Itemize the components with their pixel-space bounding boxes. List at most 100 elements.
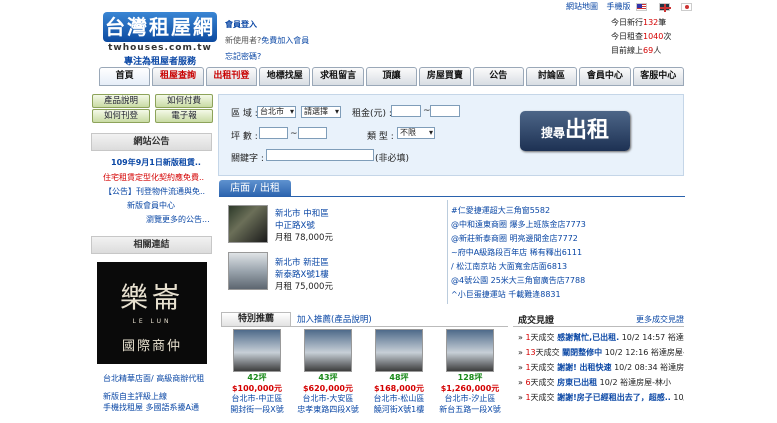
mobile-link[interactable]: 手機版 [607, 2, 631, 11]
recommend-card[interactable]: 42坪 $100,000元 台北市-中正區 開封街一段X號 [225, 329, 289, 415]
city-select[interactable]: 台北市 [257, 106, 296, 118]
deal-item[interactable]: » 1天成交 謝謝!房子已經租出去了，超感.. 10/1 [518, 392, 684, 403]
logo-title: 台灣租屋網 [103, 12, 217, 42]
deals-more-link[interactable]: 更多成交見證 [636, 314, 684, 325]
shop-photo[interactable] [228, 205, 268, 243]
type-select[interactable]: 不限 [397, 127, 435, 139]
size-min-input[interactable] [259, 127, 288, 139]
recommend-size: 48坪 [389, 373, 409, 382]
lelun-banner[interactable]: 樂崙 LE LUN 國際商仲 [97, 262, 207, 364]
shop-link[interactable]: #仁愛捷運超大三角窗5582 [451, 205, 550, 216]
size-max-input[interactable] [298, 127, 327, 139]
notice-item[interactable]: 新版會員中心 [127, 200, 175, 211]
uk-flag-icon[interactable] [658, 2, 671, 12]
deal-days: 13 [525, 348, 536, 357]
nav-service-center[interactable]: 客服中心 [632, 67, 684, 86]
nav-forum[interactable]: 討論區 [525, 67, 578, 86]
banner-main-text: 樂崙 [119, 281, 184, 314]
keyword-input[interactable] [266, 149, 374, 161]
tab-shop-rent[interactable]: 店面 / 出租 [219, 180, 291, 197]
shop-addr: 新泰路X號1樓 [275, 270, 329, 280]
nav-landmark[interactable]: 地標找屋 [259, 67, 311, 86]
shop-price: 78,000元 [294, 233, 333, 243]
search-button-big: 出租 [565, 117, 610, 143]
shop-item[interactable]: 新北市 中和區 中正路X號 月租 78,000元 [275, 208, 333, 244]
recommend-size: 43坪 [318, 373, 338, 382]
shop-addr: 中正路X號 [275, 221, 315, 231]
add-recommend-link[interactable]: 加入推薦(產品說明) [297, 313, 372, 325]
newsletter-button[interactable]: 電子報 [155, 109, 213, 123]
site-map-link[interactable]: 網站地圖 [566, 2, 598, 11]
tab-recommended[interactable]: 特別推薦 [221, 312, 291, 327]
notice-item[interactable]: 【公告】刊登物件流通與免.. [104, 186, 205, 197]
notice-title: 網站公告 [91, 133, 212, 151]
forgot-password-link[interactable]: 忘記密碼? [225, 52, 261, 61]
nav-post-rental[interactable]: 出租刊登 [205, 67, 258, 86]
nav-transfer[interactable]: 頂讓 [365, 67, 418, 86]
rent-label: 租金(元) : [352, 109, 392, 119]
notice-item[interactable]: 住宅租賃定型化契約應免費.. [103, 172, 204, 183]
us-flag-icon[interactable] [636, 2, 648, 11]
recommend-price: $168,000元 [373, 383, 424, 393]
stat-unit: 次 [663, 32, 672, 41]
search-panel: 區 域 : 台北市 請選擇 租金(元) : ~ 坪 數 : ~ 類 型 : 不限… [218, 94, 684, 176]
notice-item[interactable]: 109年9月1日新版租賃.. [111, 157, 201, 168]
shop-link[interactable]: ~府中A級路段百年店 稀有釋出6111 [451, 247, 582, 258]
main-nav: 首頁 租屋查詢 出租刊登 地標找屋 求租留言 頂讓 房屋買賣 公告 討論區 會員… [99, 67, 684, 86]
shop-photo[interactable] [228, 252, 268, 290]
deal-item[interactable]: » 1天成交 謝謝! 出租快速 10/2 08:34 裕達房屋 [518, 362, 684, 373]
search-rent-button[interactable]: 搜尋出租 [520, 111, 630, 151]
shop-link[interactable]: / 松江南京站 大面寬金店面6813 [451, 261, 567, 272]
nav-wanted[interactable]: 求租留言 [312, 67, 364, 86]
shop-item[interactable]: 新北市 新莊區 新泰路X號1樓 月租 75,000元 [275, 257, 333, 293]
link-item[interactable]: 新版自主評級上線 [103, 391, 167, 402]
product-info-button[interactable]: 產品說明 [92, 94, 150, 108]
recommend-price: $100,000元 [231, 383, 282, 393]
deal-item[interactable]: » 1天成交 感謝幫忙,已出租. 10/2 14:57 裕達房屋 [518, 332, 684, 343]
shop-link[interactable]: ^小巨蛋捷運站 千載難逢8831 [451, 289, 561, 300]
deal-title: 房東已出租 [557, 378, 598, 387]
search-button-small: 搜尋 [540, 126, 565, 140]
jp-flag-icon[interactable] [681, 2, 693, 11]
free-join-link[interactable]: 免費加入會員 [261, 36, 309, 45]
stat-label: 今日租查 [611, 32, 643, 41]
how-to-pay-button[interactable]: 如何付費 [155, 94, 213, 108]
stat-today-new: 132 [643, 18, 659, 27]
rent-max-input[interactable] [430, 105, 460, 117]
how-to-post-button[interactable]: 如何刊登 [92, 109, 150, 123]
deal-agent: 裕達房屋 [667, 333, 684, 342]
nav-announcements[interactable]: 公告 [472, 67, 524, 86]
recommend-card[interactable]: 43坪 $620,000元 台北市-大安區 忠孝東路四段X號 [296, 329, 360, 415]
recommend-area: 台北市-大安區 [302, 394, 354, 403]
deal-item[interactable]: » 13天成交 關閉整修中 10/2 12:16 裕達房屋-林 [518, 347, 684, 358]
recommend-addr: 新台五路一段X號 [439, 404, 501, 414]
nav-rent-search[interactable]: 租屋查詢 [152, 67, 204, 86]
rent-min-input[interactable] [391, 105, 421, 117]
deal-item[interactable]: » 6天成交 房東已出租 10/2 裕達房屋-林小 [518, 377, 684, 388]
keyword-label: 關鍵字 : [231, 154, 264, 164]
nav-home[interactable]: 首頁 [99, 67, 151, 86]
deal-date: 10/2 12:16 [604, 348, 649, 357]
member-login-link[interactable]: 會員登入 [225, 20, 257, 29]
nav-buy-sell[interactable]: 房屋買賣 [419, 67, 471, 86]
recommend-price: $620,000元 [302, 383, 353, 393]
shop-link[interactable]: @中和遠東商圈 爆多上班族金店7773 [451, 219, 586, 230]
deal-unit: 天成交 [530, 333, 555, 342]
deal-unit: 天成交 [530, 378, 555, 387]
stat-online: 69 [643, 46, 654, 55]
district-select[interactable]: 請選擇 [301, 106, 341, 118]
nav-member-center[interactable]: 會員中心 [579, 67, 631, 86]
link-item[interactable]: 手機找租屋 多國語系擾A通 [103, 402, 199, 413]
shop-link[interactable]: @新莊新泰商圈 明亮邊間金店7772 [451, 233, 578, 244]
shop-link[interactable]: @4號公園 25米大三角窗廣告店7788 [451, 275, 585, 286]
recommend-addr: 忠孝東路四段X號 [297, 404, 359, 414]
shop-price: 75,000元 [294, 282, 333, 292]
recommend-card[interactable]: 128坪 $1,260,000元 台北市-汐止區 新台五路一段X號 [438, 329, 502, 415]
login-panel: 會員登入 新使用者?免費加入會員 忘記密碼? [225, 17, 309, 65]
recommend-size: 128坪 [457, 373, 483, 382]
link-item[interactable]: 台北精華店面/ 高級商辦代租 [103, 373, 204, 384]
deal-date: 10/2 08:34 [614, 363, 658, 372]
notice-more-link[interactable]: 瀏覽更多的公告... [146, 214, 210, 225]
site-logo[interactable]: 台灣租屋網 twhouses.com.tw 專注為租屋者服務 [99, 10, 220, 68]
recommend-card[interactable]: 48坪 $168,000元 台北市-松山區 饒河街X號1樓 [367, 329, 431, 415]
